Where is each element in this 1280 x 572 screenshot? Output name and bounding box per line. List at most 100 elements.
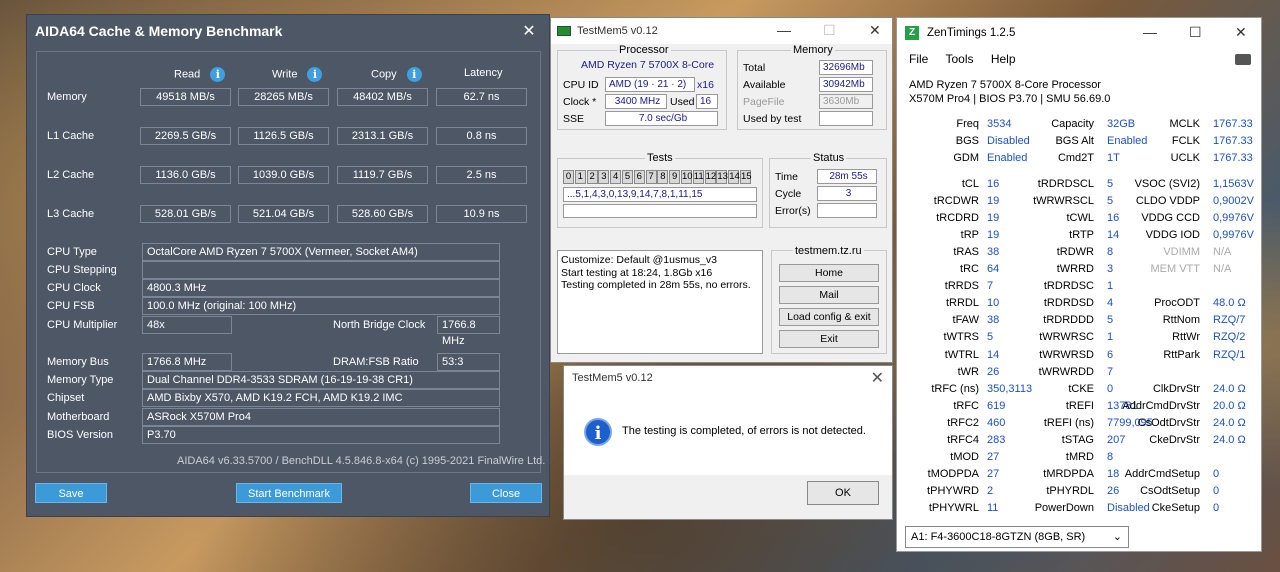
timing-label: tRFC: [953, 399, 979, 412]
log-line: Start testing at 18:24, 1.8Gb x16: [561, 266, 713, 279]
mail-button[interactable]: Mail: [779, 286, 879, 304]
ok-button[interactable]: OK: [807, 481, 879, 505]
cpu-model: AMD Ryzen 7 5700X 8-Core Processor: [909, 79, 1101, 91]
timing-value: 7: [1107, 365, 1114, 378]
cpu-type-value: OctalCore AMD Ryzen 7 5700X (Vermeer, So…: [142, 243, 500, 261]
cpu-fsb-label: CPU FSB: [47, 300, 95, 312]
nb-clock-value: 1766.8 MHz: [437, 316, 500, 347]
minimize-icon[interactable]: —: [777, 22, 791, 38]
row-label-l1: L1 Cache: [47, 130, 95, 142]
row-label-l2: L2 Cache: [47, 169, 95, 181]
aida64-title: AIDA64 Cache & Memory Benchmark: [35, 23, 283, 39]
test-cell: 15: [740, 170, 752, 184]
save-button[interactable]: Save: [35, 483, 107, 503]
maximize-icon[interactable]: ☐: [1189, 24, 1202, 41]
cpu-multiplier-value: 48x: [142, 316, 232, 334]
log-line: Testing completed in 28m 55s, no errors.: [561, 279, 751, 291]
camera-icon[interactable]: [1235, 54, 1251, 65]
timing-label: tREFI: [1065, 399, 1094, 412]
timing-value: 16: [987, 178, 1000, 190]
cpuid-value: AMD (19 · 21 · 2): [605, 77, 695, 92]
timing-value: 283: [987, 433, 1006, 446]
cpu-fsb-value: 100.0 MHz (original: 100 MHz): [142, 297, 500, 315]
timing-label: tRFC4: [947, 433, 979, 446]
chipset-label: Chipset: [47, 392, 85, 404]
l2-read: 1136.0 GB/s: [140, 166, 231, 184]
timing-value: 24.0 Ω: [1213, 382, 1246, 395]
close-button[interactable]: Close: [470, 483, 542, 503]
maximize-icon[interactable]: ☐: [823, 22, 836, 39]
timing-value: 7: [987, 280, 994, 293]
menu-tools[interactable]: Tools: [945, 52, 973, 66]
timing-label: tWTRL: [944, 348, 979, 361]
timing-value: 20.0 Ω: [1213, 399, 1246, 412]
available-label: Available: [743, 79, 786, 91]
timing-value: Disabled: [987, 135, 1030, 147]
l1-write: 1126.5 GB/s: [238, 127, 329, 145]
timing-label: tWRWRSCL: [1033, 195, 1094, 208]
timing-value: 1T: [1107, 152, 1120, 164]
processor-title: Processor: [617, 44, 671, 56]
timing-value: 2: [987, 484, 994, 497]
cpuid-threads: x16: [697, 79, 714, 91]
dimm-selected: A1: F4-3600C18-8GTZN (8GB, SR): [911, 531, 1086, 543]
timing-value: 38: [987, 246, 1000, 259]
timing-value: 460: [987, 416, 1006, 429]
load-config-exit-button[interactable]: Load config & exit: [779, 308, 879, 326]
info-icon[interactable]: i: [307, 67, 323, 82]
timing-label: tRDWR: [1056, 246, 1094, 259]
timing-label: tREFI (ns): [1043, 416, 1094, 429]
latency-header: Latency: [464, 67, 503, 79]
menu-file[interactable]: File: [909, 52, 928, 66]
close-icon[interactable]: ✕: [869, 22, 881, 39]
zentimings-titlebar: Z ZenTimings 1.2.5 — ☐ ✕: [897, 18, 1261, 48]
timing-label: RttWr: [1172, 331, 1200, 344]
dimm-select[interactable]: A1: F4-3600C18-8GTZN (8GB, SR) ⌄: [905, 526, 1129, 548]
used-value: 16: [696, 94, 718, 109]
menu-help[interactable]: Help: [991, 52, 1016, 66]
used-label: Used: [670, 96, 695, 108]
timing-label: GDM: [953, 152, 979, 164]
timing-value: 64: [987, 263, 1000, 276]
exit-button[interactable]: Exit: [779, 330, 879, 348]
timing-value: 26: [1107, 484, 1120, 497]
minimize-icon[interactable]: —: [1143, 24, 1157, 40]
zentimings-window: Z ZenTimings 1.2.5 — ☐ ✕ File Tools Help…: [896, 17, 1262, 552]
testmem5-title: TestMem5 v0.12: [577, 25, 658, 37]
errors-label: Error(s): [775, 205, 811, 217]
timing-label: ClkDrvStr: [1152, 382, 1200, 395]
test-cell: 8: [657, 170, 669, 184]
copyright-text: AIDA64 v6.33.5700 / BenchDLL 4.5.846.8-x…: [177, 455, 546, 467]
timing-label: tMOD: [950, 450, 979, 463]
timing-value: 350,3113: [987, 382, 1033, 395]
close-icon[interactable]: ✕: [871, 368, 884, 388]
zentimings-title: ZenTimings 1.2.5: [927, 27, 1016, 39]
completion-dialog: TestMem5 v0.12 ✕ i The testing is comple…: [563, 365, 893, 520]
read-header: Read i: [174, 67, 226, 82]
timing-value: N/A: [1213, 263, 1232, 276]
timing-value: 0: [1213, 467, 1220, 480]
l2-copy: 1119.7 GB/s: [337, 166, 428, 184]
time-value: 28m 55s: [817, 169, 877, 184]
info-icon[interactable]: i: [210, 67, 226, 82]
timing-label: tCKE: [1068, 382, 1094, 395]
timing-label: BGS Alt: [1055, 135, 1094, 147]
start-benchmark-button[interactable]: Start Benchmark: [236, 483, 342, 503]
timing-label: RttPark: [1163, 348, 1200, 361]
log-box[interactable]: Customize: Default @1usmus_v3 Start test…: [557, 250, 763, 354]
home-button[interactable]: Home: [779, 264, 879, 282]
timing-value: 24.0 Ω: [1213, 416, 1246, 429]
app-icon: [557, 26, 571, 36]
close-icon[interactable]: ✕: [1235, 24, 1247, 41]
cpu-stepping-label: CPU Stepping: [47, 264, 117, 276]
info-icon[interactable]: i: [406, 67, 422, 82]
test-cell: 1: [574, 170, 586, 184]
close-icon[interactable]: ✕: [517, 21, 541, 41]
timing-label: AddrCmdSetup: [1124, 467, 1200, 480]
timing-value: 1767.33: [1213, 118, 1253, 130]
timing-value: RZQ/2: [1213, 331, 1246, 344]
test-cell: 12: [704, 170, 717, 184]
l3-latency: 10.9 ns: [436, 205, 527, 223]
time-label: Time: [775, 171, 798, 183]
timing-value: 5: [1107, 314, 1114, 327]
